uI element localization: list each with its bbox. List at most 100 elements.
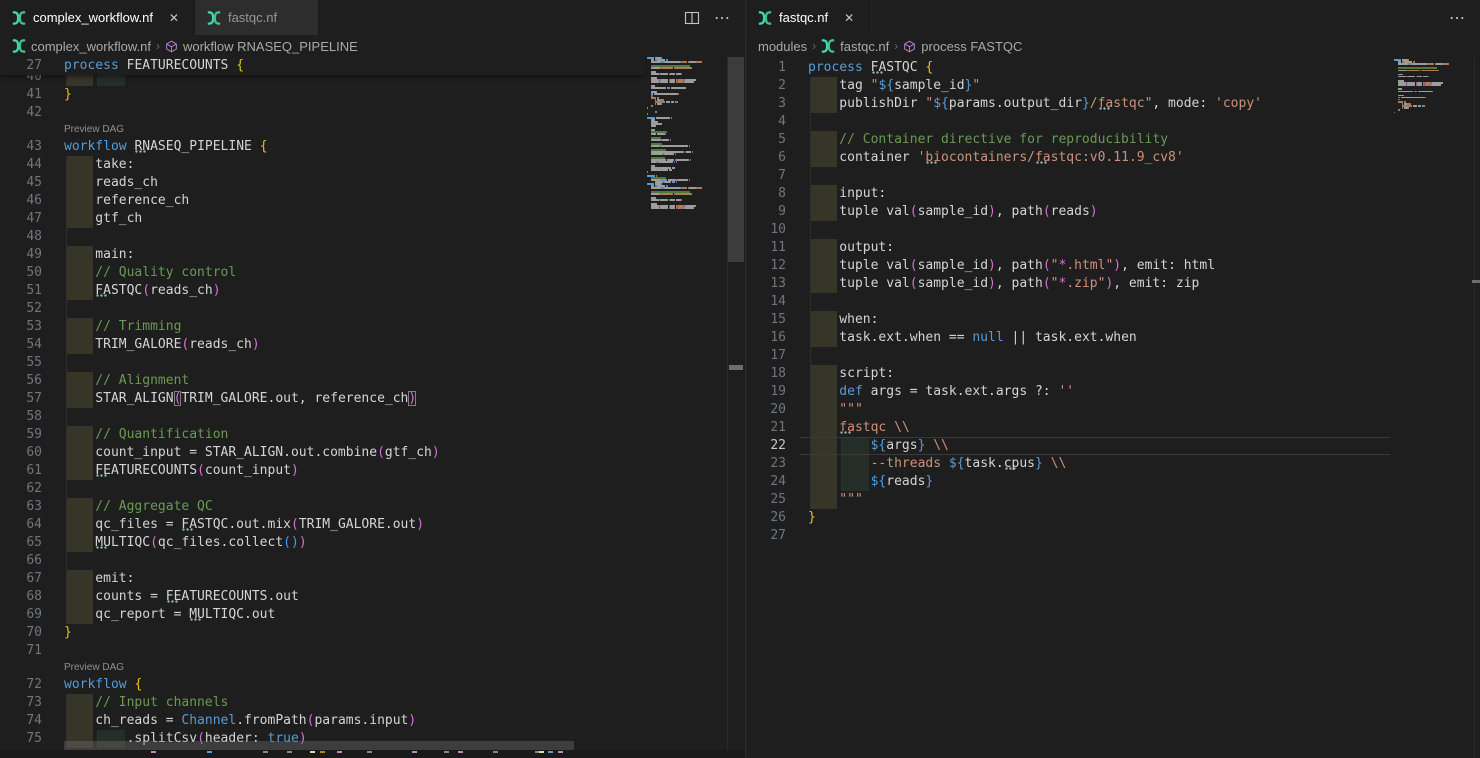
code-line-25[interactable]: 25""" [746,491,1480,509]
code-line-27[interactable]: 27process FEATURECOUNTS { [0,57,645,75]
code-line-48[interactable]: 48 [0,228,745,246]
code-line-26[interactable]: 26} [746,509,1480,527]
code-line-62[interactable]: 62 [0,480,745,498]
code-line-16[interactable]: 16task.ext.when == null || task.ext.when [746,329,1480,347]
tab-fastqc.nf[interactable]: fastqc.nf✕ [746,0,870,35]
code-line-21[interactable]: 21fastqc \\ [746,419,1480,437]
code-line-66[interactable]: 66 [0,552,745,570]
code-token: ( [910,204,918,219]
code-line-59[interactable]: 59// Quantification [0,426,745,444]
code-line-19[interactable]: 19def args = task.ext.args ?: '' [746,383,1480,401]
codelens-preview-dag[interactable]: Preview DAG [64,122,124,138]
minimap[interactable] [1392,59,1456,758]
code-line-43[interactable]: 43workflow RNASEQ_PIPELINE { [0,138,745,156]
code-line-12[interactable]: 12tuple val(sample_id), path("*.html"), … [746,257,1480,275]
breadcrumb-item[interactable]: workflow RNASEQ_PIPELINE [165,39,358,54]
code-line-73[interactable]: 73// Input channels [0,694,745,712]
breadcrumb-item[interactable]: process FASTQC [903,39,1022,54]
code-line-23[interactable]: 23--threads ${task.cpus} \\ [746,455,1480,473]
breadcrumb-item[interactable]: fastqc.nf [821,39,889,54]
code-line-71[interactable]: 71 [0,642,745,660]
code-line-10[interactable]: 10 [746,221,1480,239]
code-line-57[interactable]: 57STAR_ALIGN(TRIM_GALORE.out, reference_… [0,390,745,408]
code-line-49[interactable]: 49main: [0,246,745,264]
sticky-scroll-line[interactable]: 27process FEATURECOUNTS { [0,57,645,75]
code-token: ( [377,445,385,460]
minimap-mark [681,199,682,201]
code-token: script: [839,366,894,381]
horizontal-scrollbar-thumb[interactable] [64,741,574,750]
line-number: 47 [0,210,42,228]
tab-fastqc.nf[interactable]: fastqc.nf✕ [195,0,319,35]
breadcrumb-item[interactable]: complex_workflow.nf [12,39,151,54]
code-line-64[interactable]: 64qc_files = FASTQC.out.mix(TRIM_GALORE.… [0,516,745,534]
minimap-mark [1407,84,1415,86]
code-line-17[interactable]: 17 [746,347,1480,365]
code-line-61[interactable]: 61FEATURECOUNTS(count_input) [0,462,745,480]
code-line-4[interactable]: 4 [746,113,1480,131]
code-line-55[interactable]: 55 [0,354,745,372]
minimap-mark [660,199,668,201]
code-text: // Alignment [64,372,189,390]
code-line-45[interactable]: 45reads_ch [0,174,745,192]
code-line-3[interactable]: 3publishDir "${params.output_dir}/fastqc… [746,95,1480,113]
code-line-6[interactable]: 6container 'biocontainers/fastqc:v0.11.9… [746,149,1480,167]
more-actions-button[interactable]: ⋯ [714,8,731,28]
code-line-70[interactable]: 70} [0,624,745,642]
minimap[interactable] [645,57,727,758]
overview-ruler-marker [1472,280,1480,283]
code-line-9[interactable]: 9tuple val(sample_id), path(reads) [746,203,1480,221]
code-line-68[interactable]: 68counts = FEATURECOUNTS.out [0,588,745,606]
more-actions-button[interactable]: ⋯ [1449,8,1466,28]
close-tab-icon[interactable]: ✕ [841,11,857,25]
code-line-8[interactable]: 8input: [746,185,1480,203]
code-line-52[interactable]: 52 [0,300,745,318]
editor-group-divider[interactable] [745,0,746,758]
code-line-46[interactable]: 46reference_ch [0,192,745,210]
tab-complex_workflow.nf[interactable]: complex_workflow.nf✕ [0,0,195,35]
code-line-27[interactable]: 27 [746,527,1480,545]
code-line-58[interactable]: 58 [0,408,745,426]
code-line-72[interactable]: 72workflow { [0,676,745,694]
code-line-65[interactable]: 65MULTIQC(qc_files.collect()) [0,534,745,552]
code-line-18[interactable]: 18script: [746,365,1480,383]
code-line-42[interactable]: 42 [0,104,745,122]
code-line-60[interactable]: 60count_input = STAR_ALIGN.out.combine(g… [0,444,745,462]
editor-right[interactable]: 1process FASTQC {2tag "${sample_id}"3pub… [746,57,1480,758]
code-line-11[interactable]: 11output: [746,239,1480,257]
code-line-67[interactable]: 67emit: [0,570,745,588]
code-line-51[interactable]: 51FASTQC(reads_ch) [0,282,745,300]
vertical-scrollbar-thumb[interactable] [728,57,744,262]
code-line-69[interactable]: 69qc_report = MULTIQC.out [0,606,745,624]
code-line-22[interactable]: 22${args} \\ [746,437,1480,455]
code-line-5[interactable]: 5// Container directive for reproducibil… [746,131,1480,149]
code-line-47[interactable]: 47gtf_ch [0,210,745,228]
nextflow-icon [758,11,772,25]
code-line-56[interactable]: 56// Alignment [0,372,745,390]
code-line-1[interactable]: 1process FASTQC { [746,59,1480,77]
code-line-53[interactable]: 53// Trimming [0,318,745,336]
code-line-24[interactable]: 24${reads} [746,473,1480,491]
editor-left[interactable]: 40"""41}42Preview DAG43workflow RNASEQ_P… [0,57,745,758]
code-line-50[interactable]: 50// Quality control [0,264,745,282]
code-line-54[interactable]: 54TRIM_GALORE(reads_ch) [0,336,745,354]
code-line-63[interactable]: 63// Aggregate QC [0,498,745,516]
code-line-44[interactable]: 44take: [0,156,745,174]
code-line-20[interactable]: 20""" [746,401,1480,419]
code-line-41[interactable]: 41} [0,86,745,104]
split-editor-button[interactable] [684,10,700,26]
indent-guide [66,480,67,498]
close-tab-icon[interactable]: ✕ [166,11,182,25]
code-line-13[interactable]: 13tuple val(sample_id), path("*.zip"), e… [746,275,1480,293]
code-line-74[interactable]: 74ch_reads = Channel.fromPath(params.inp… [0,712,745,730]
line-number: 41 [0,86,42,104]
code-line-7[interactable]: 7 [746,167,1480,185]
codelens-preview-dag[interactable]: Preview DAG [64,660,124,676]
code-line-14[interactable]: 14 [746,293,1480,311]
breadcrumb-item[interactable]: modules [758,39,807,54]
code-line-2[interactable]: 2tag "${sample_id}" [746,77,1480,95]
minimap-mark [1417,76,1422,78]
code-line-15[interactable]: 15when: [746,311,1480,329]
minimap-mark [1398,76,1406,78]
minimap-mark [651,81,659,83]
